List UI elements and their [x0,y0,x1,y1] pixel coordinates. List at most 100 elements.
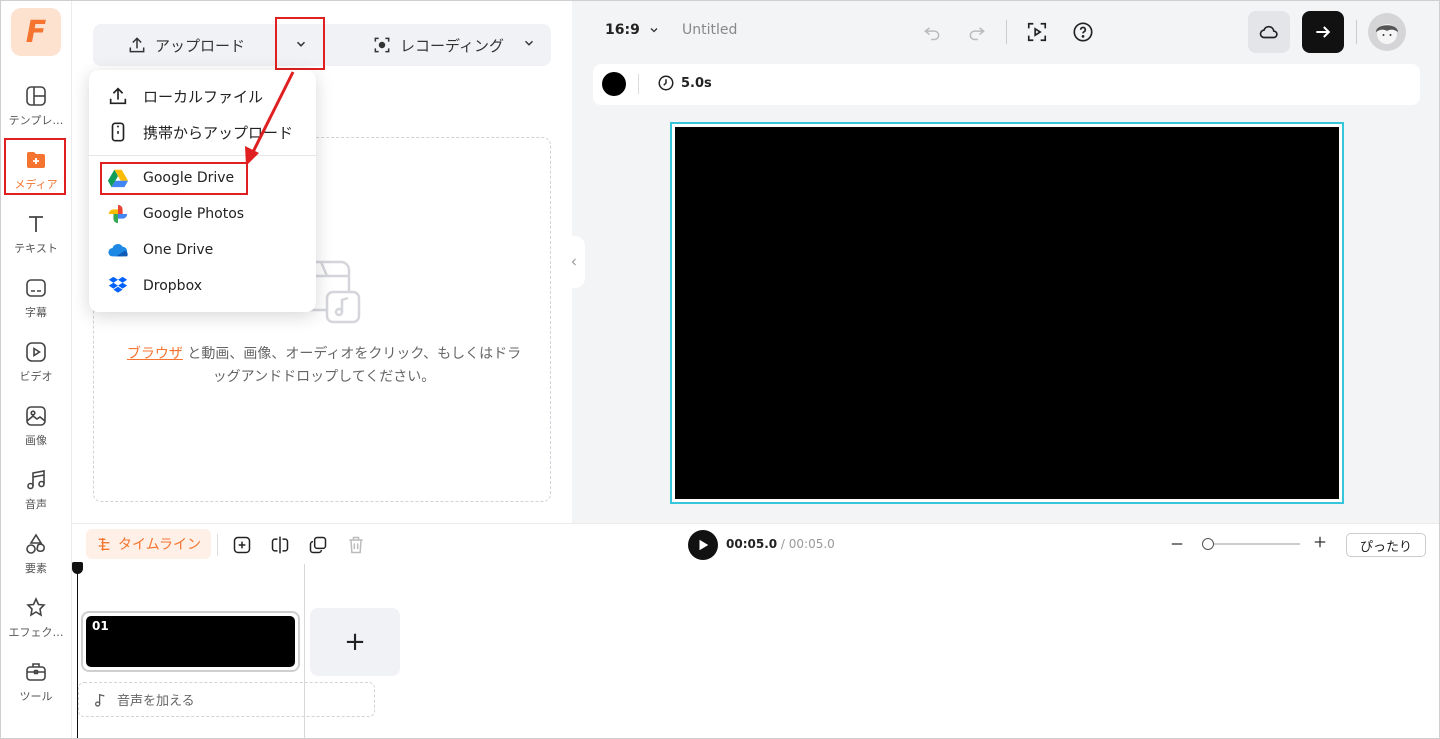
current-time: 00:05.0 [726,537,778,551]
canvas-frame [675,127,1339,499]
sidebar-item-elements[interactable]: 要素 [0,528,72,588]
add-scene-button[interactable] [230,533,254,557]
preview-play-icon [1027,22,1047,42]
upload-icon [129,37,145,53]
duration-value: 5.0s [681,75,712,91]
phone-icon [111,122,125,142]
props-divider [638,74,639,94]
music-icon [27,470,45,490]
recording-button[interactable]: レコーディング [372,24,504,66]
sidebar-item-label: ツール [19,690,53,703]
zoom-in-button[interactable] [1313,530,1327,555]
properties-bar: 5.0s [593,64,1420,105]
split-icon [271,536,289,554]
editor-area: 16:9 Untitled 5.0s [572,0,1440,523]
undo-button[interactable] [918,18,946,46]
aspect-ratio-select[interactable]: 16:9 [605,22,660,38]
arrow-right-icon [1316,26,1331,38]
export-button[interactable] [1302,11,1344,53]
upload-button[interactable]: アップロード [127,24,245,66]
scene-clip[interactable]: 01 [81,611,300,672]
aspect-ratio-value: 16:9 [605,22,640,38]
help-button[interactable] [1069,18,1097,46]
logo-letter: F [25,14,47,50]
menu-item-label: ローカルファイル [143,87,264,106]
sidebar-item-effects[interactable]: エフェク… [0,592,72,652]
play-icon [699,539,709,551]
dropzone-instructions: ブラウザ と動画、画像、オーディオをクリック、もしくはドラッグアンドドロップして… [124,343,524,389]
menu-item-label: Google Photos [143,206,245,222]
toolbox-icon [26,663,46,681]
sidebar-item-video[interactable]: ビデオ [0,336,72,396]
sidebar-item-audio[interactable]: 音声 [0,464,72,524]
preview-button[interactable] [1023,18,1051,46]
sidebar-item-label: 字幕 [25,306,47,319]
image-icon [26,406,46,426]
menu-item-onedrive[interactable]: One Drive [89,232,316,268]
timeline-tab-label: タイムライン [118,537,202,553]
elements-icon [26,533,45,554]
upload-icon [109,87,127,105]
left-sidebar: F テンプレ… メディア テキスト 字幕 ビデオ 画像 音声 要素 エフェク… … [0,0,72,739]
video-canvas[interactable] [670,122,1344,504]
zoom-out-button[interactable] [1170,532,1184,556]
background-color-picker[interactable] [602,72,626,96]
duplicate-icon [309,536,327,554]
sidebar-item-subtitle[interactable]: 字幕 [0,272,72,332]
browse-link[interactable]: ブラウザ [127,346,183,362]
sidebar-item-template[interactable]: テンプレ… [0,80,72,140]
app-logo[interactable]: F [11,8,61,56]
chevron-down-icon [525,40,533,46]
sidebar-item-tools[interactable]: ツール [0,656,72,716]
sidebar-item-label: テンプレ… [8,114,64,127]
menu-item-local-file[interactable]: ローカルファイル [89,78,316,114]
highlight-box-dropdown [275,17,325,70]
project-title[interactable]: Untitled [682,22,737,38]
delete-button[interactable] [344,533,368,557]
zoom-slider-handle[interactable] [1202,538,1214,550]
fit-button[interactable]: ぴったり [1346,533,1426,557]
effects-icon [26,597,46,617]
sidebar-item-label: ビデオ [19,370,53,383]
highlight-box-google-drive [100,162,248,195]
add-square-icon [233,536,251,554]
add-audio-button[interactable]: 音声を加える [78,682,375,717]
chevron-down-icon [650,28,658,33]
play-button[interactable] [688,530,718,560]
sidebar-item-label: 画像 [25,434,47,447]
sidebar-item-image[interactable]: 画像 [0,400,72,460]
playhead-handle[interactable] [72,562,83,574]
cloud-save-button[interactable] [1248,11,1290,53]
toolbar-divider [1006,20,1007,44]
template-icon [26,86,46,106]
timeline-icon [98,538,110,551]
sidebar-item-label: 音声 [25,498,47,511]
help-icon [1073,22,1093,42]
split-button[interactable] [268,533,292,557]
duration-control[interactable]: 5.0s [657,74,712,92]
menu-item-phone-upload[interactable]: 携帯からアップロード [89,114,316,150]
time-display: 00:05.0 / 00:05.0 [726,537,835,551]
add-clip-button[interactable]: + [310,608,400,676]
highlight-box-media [4,138,66,195]
clip-number: 01 [92,619,109,633]
total-time: 00:05.0 [788,537,835,551]
sidebar-item-label: エフェク… [8,626,64,639]
sidebar-item-label: テキスト [14,242,58,255]
tab-timeline[interactable]: タイムライン [86,529,212,559]
redo-button[interactable] [963,18,991,46]
menu-item-google-photos[interactable]: Google Photos [89,196,316,232]
collapse-panel-button[interactable] [563,236,585,288]
duplicate-button[interactable] [306,533,330,557]
plus-icon [1314,536,1326,548]
zoom-slider-track[interactable] [1202,543,1300,545]
dropzone-text: と動画、画像、オーディオをクリック、もしくはドラッグアンドドロップしてください。 [182,346,522,385]
sidebar-item-text[interactable]: テキスト [0,208,72,268]
menu-item-dropbox[interactable]: Dropbox [89,268,316,304]
clock-icon [658,75,674,91]
sidebar-item-label: 要素 [25,562,47,575]
recording-dropdown[interactable] [522,36,536,54]
user-avatar[interactable] [1368,13,1406,51]
subtitle-icon [26,279,46,297]
timeline: タイムライン 00:05.0 / 00:05.0 ぴったり 01 + 音声を加え… [72,523,1440,739]
